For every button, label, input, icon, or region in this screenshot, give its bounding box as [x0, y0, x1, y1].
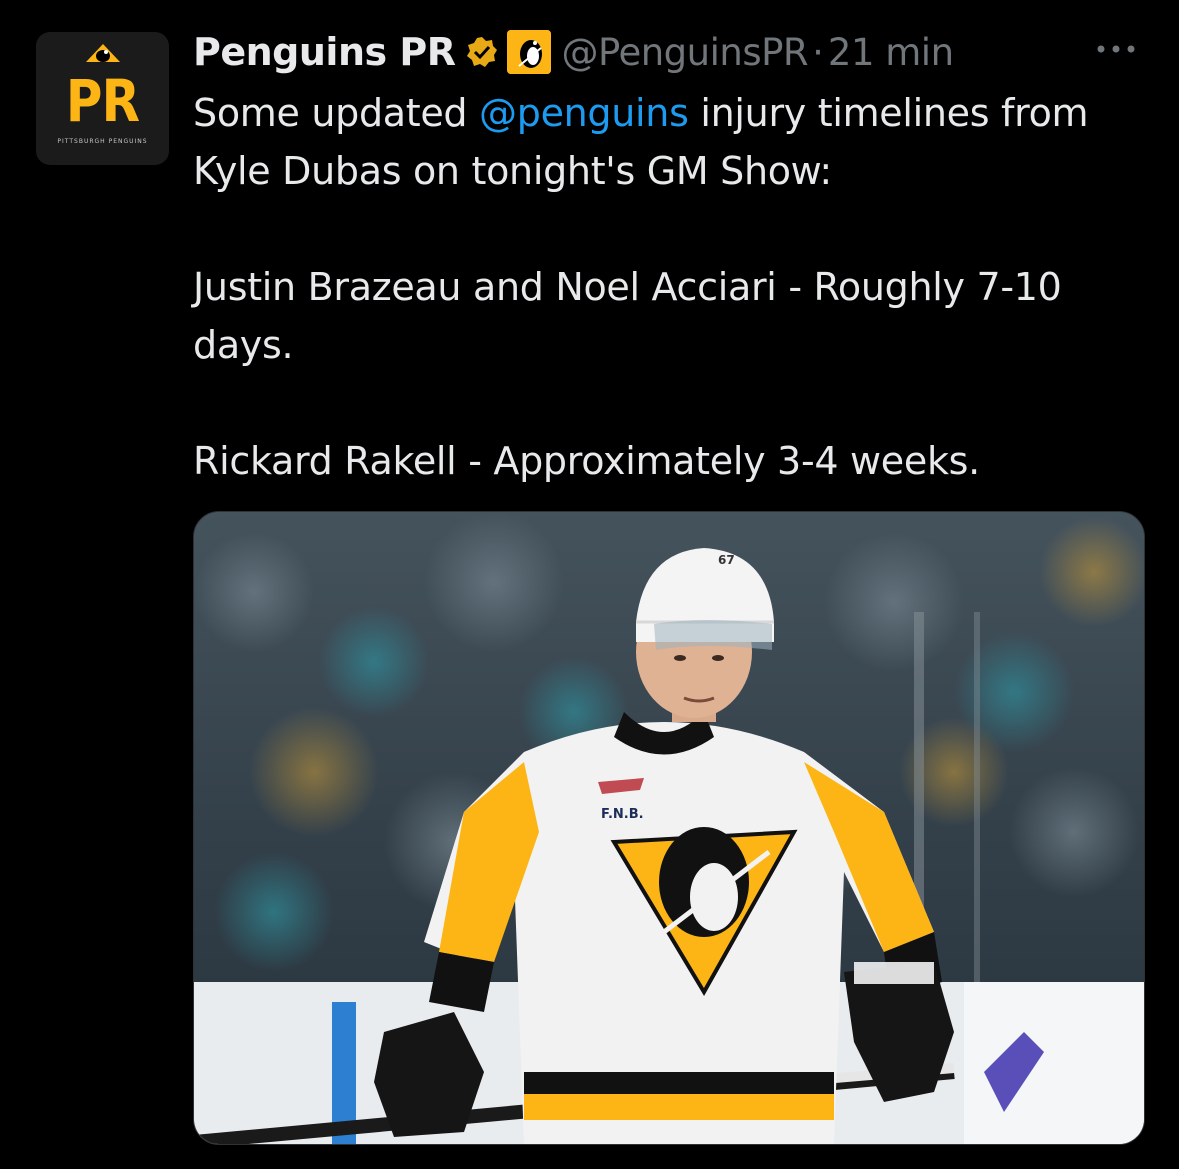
tweet-paragraph-2: Justin Brazeau and Noel Acciari - Roughl… [193, 265, 1062, 367]
tweet-paragraph-1: Some updated @penguins injury timelines … [193, 84, 1153, 200]
text-segment: Some updated [193, 91, 480, 135]
author-handle[interactable]: @PenguinsPR [561, 31, 808, 74]
separator-dot: · [812, 30, 824, 74]
timestamp[interactable]: 21 min [828, 31, 954, 74]
profile-avatar[interactable]: PR PITTSBURGH PENGUINS [36, 32, 169, 165]
helmet-number: 67 [718, 553, 735, 567]
more-horizontal-icon[interactable] [1092, 34, 1140, 64]
tweet-header: Penguins PR @PenguinsPR · 21 min [193, 26, 954, 78]
verified-gold-badge-icon[interactable] [465, 35, 499, 69]
author-name[interactable]: Penguins PR [193, 30, 456, 74]
penguin-crest-icon [86, 44, 120, 62]
tweet-media-photo[interactable]: F.N.B. 67 [193, 511, 1145, 1145]
sponsor-patch: F.N.B. [601, 807, 644, 822]
tweet-text: Some updated @penguins injury timelines … [193, 84, 1153, 490]
hockey-player-photo: F.N.B. 67 [194, 512, 1144, 1144]
mention-link[interactable]: @penguins [479, 91, 689, 135]
avatar-sublabel: PITTSBURGH PENGUINS [57, 138, 148, 145]
avatar-label: PR [65, 67, 140, 135]
tweet-paragraph-3: Rickard Rakell - Approximately 3-4 weeks… [193, 439, 980, 483]
penguins-logo-icon[interactable] [507, 30, 552, 74]
